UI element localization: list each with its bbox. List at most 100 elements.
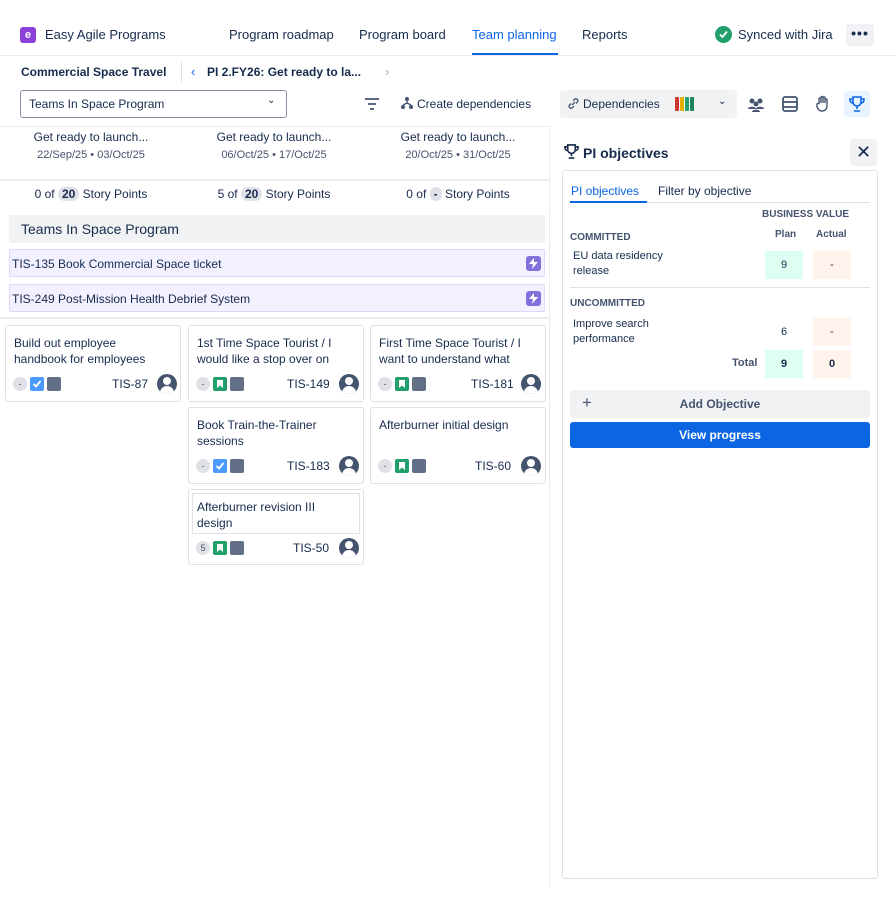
dep-bar-green — [685, 97, 689, 111]
sprint-name: Get ready to launch... — [400, 130, 516, 144]
team-group-title: Teams In Space Program — [21, 221, 179, 237]
status-square-icon — [47, 376, 61, 391]
trophy-icon[interactable] — [844, 91, 870, 117]
dep-bar-yellow — [680, 97, 684, 111]
avatar-icon[interactable] — [339, 374, 359, 394]
feature-row[interactable]: TIS-135 Book Commercial Space ticket — [9, 249, 545, 277]
chevron-down-icon: ⌄ — [267, 95, 276, 106]
feature-row[interactable]: TIS-249 Post-Mission Health Debrief Syst… — [9, 284, 545, 312]
capacity-used: 0 of — [406, 187, 427, 201]
section-divider — [570, 287, 870, 288]
story-points: - — [196, 376, 210, 391]
actual-column-header: Actual — [816, 229, 847, 240]
objective-actual-value[interactable]: - — [813, 251, 851, 279]
app-logo: e — [20, 27, 36, 43]
issue-key[interactable]: TIS-181 — [471, 377, 514, 391]
breadcrumb-program[interactable]: Commercial Space Travel — [21, 65, 166, 79]
avatar-icon[interactable] — [339, 538, 359, 558]
sprint-dates: 22/Sep/25 • 03/Oct/25 — [37, 149, 145, 161]
board-top-divider — [0, 126, 549, 127]
tab-pi-objectives[interactable]: PI objectives — [571, 184, 639, 198]
sprint-capacity-2: 5 of 20 Story Points — [184, 187, 364, 201]
story-bookmark-icon — [395, 376, 409, 391]
panel-title: PI objectives — [583, 145, 669, 161]
issue-card[interactable]: 1st Time Space Tourist / I would like a … — [188, 325, 364, 402]
story-bookmark-icon — [213, 540, 227, 555]
avatar-icon[interactable] — [339, 456, 359, 476]
issue-key[interactable]: TIS-60 — [475, 459, 511, 473]
hierarchy-icon — [400, 96, 414, 113]
status-square-icon — [230, 540, 244, 555]
create-dependencies-button[interactable]: Create dependencies — [394, 90, 552, 118]
chevron-left-icon[interactable]: ‹ — [191, 64, 195, 79]
issue-card[interactable]: Afterburner revision III design 5 TIS-50 — [188, 489, 364, 565]
sprint-header-3[interactable]: Get ready to launch... 20/Oct/25 • 31/Oc… — [368, 130, 548, 161]
sprint-header-1[interactable]: Get ready to launch... 22/Sep/25 • 03/Oc… — [1, 130, 181, 161]
nav-program-roadmap[interactable]: Program roadmap — [229, 27, 334, 42]
view-progress-button[interactable]: View progress — [570, 422, 870, 448]
dependencies-button[interactable]: Dependencies ⌄ — [560, 90, 737, 118]
objective-name[interactable]: EU data residency release — [573, 249, 693, 279]
app-title[interactable]: Easy Agile Programs — [45, 27, 166, 42]
epic-bolt-icon — [526, 256, 541, 271]
capacity-used: 5 of — [217, 187, 238, 201]
objective-plan-value[interactable]: 6 — [765, 318, 803, 346]
filter-icon[interactable] — [362, 94, 382, 114]
nav-team-planning[interactable]: Team planning — [472, 27, 557, 42]
dep-bar-darkgreen — [690, 97, 694, 111]
dependency-color-bars — [675, 97, 695, 111]
issue-card[interactable]: Book Train-the-Trainer sessions - TIS-18… — [188, 407, 364, 484]
team-select[interactable]: Teams In Space Program ⌄ — [20, 90, 287, 118]
create-dependencies-label: Create dependencies — [417, 97, 532, 111]
capacity-badge: 20 — [240, 187, 263, 201]
avatar-icon[interactable] — [157, 374, 177, 394]
close-icon[interactable]: ✕ — [850, 139, 877, 166]
teams-icon[interactable] — [743, 91, 769, 117]
task-checkbox-icon — [213, 458, 227, 473]
add-objective-label: Add Objective — [679, 397, 761, 411]
issue-card[interactable]: Afterburner initial design - TIS-60 — [370, 407, 546, 484]
board-row-divider — [0, 317, 549, 319]
status-square-icon — [412, 376, 426, 391]
objective-name[interactable]: Improve search performance — [573, 317, 693, 347]
issue-card[interactable]: First Time Space Tourist / I want to und… — [370, 325, 546, 402]
avatar-icon[interactable] — [521, 374, 541, 394]
sprint-header-2[interactable]: Get ready to launch... 06/Oct/25 • 17/Oc… — [184, 130, 364, 161]
issue-key[interactable]: TIS-87 — [112, 377, 148, 391]
card-meta: 5 — [196, 539, 244, 557]
hand-raise-icon[interactable] — [810, 91, 836, 117]
feature-title: TIS-249 Post-Mission Health Debrief Syst… — [12, 292, 251, 306]
card-meta: - — [196, 457, 244, 475]
team-group-header[interactable]: Teams In Space Program — [9, 215, 545, 243]
more-options-button[interactable]: ••• — [846, 24, 874, 46]
nav-reports[interactable]: Reports — [582, 27, 628, 42]
card-title: 1st Time Space Tourist / I would like a … — [197, 336, 332, 366]
add-objective-button[interactable]: + Add Objective — [570, 390, 870, 418]
objective-actual-value[interactable]: - — [813, 318, 851, 346]
sprint-capacity-3: 0 of - Story Points — [368, 187, 548, 201]
sprint-name: Get ready to launch... — [33, 130, 149, 144]
issue-key[interactable]: TIS-149 — [287, 377, 330, 391]
story-points: - — [378, 458, 392, 473]
sync-status: Synced with Jira — [738, 27, 833, 42]
nav-program-board[interactable]: Program board — [359, 27, 446, 42]
board-rows-icon[interactable] — [777, 91, 803, 117]
avatar-icon[interactable] — [521, 456, 541, 476]
link-icon — [567, 97, 580, 113]
task-checkbox-icon — [30, 376, 44, 391]
status-square-icon — [230, 458, 244, 473]
card-title: Book Train-the-Trainer sessions — [197, 418, 317, 448]
tab-filter-by-objective[interactable]: Filter by objective — [658, 184, 751, 198]
committed-section-label: COMMITTED — [570, 232, 631, 243]
issue-key[interactable]: TIS-50 — [293, 541, 329, 555]
feature-title: TIS-135 Book Commercial Space ticket — [12, 257, 222, 271]
chevron-right-icon[interactable]: › — [385, 64, 389, 79]
status-square-icon — [230, 376, 244, 391]
check-circle-icon — [715, 26, 732, 43]
story-points: 5 — [196, 540, 210, 555]
issue-card[interactable]: Build out employee handbook for employee… — [5, 325, 181, 402]
issue-key[interactable]: TIS-183 — [287, 459, 330, 473]
breadcrumb-increment[interactable]: PI 2.FY26: Get ready to la... — [207, 65, 361, 79]
objective-plan-value[interactable]: 9 — [765, 251, 803, 279]
card-title: Build out employee handbook for employee… — [14, 336, 146, 366]
